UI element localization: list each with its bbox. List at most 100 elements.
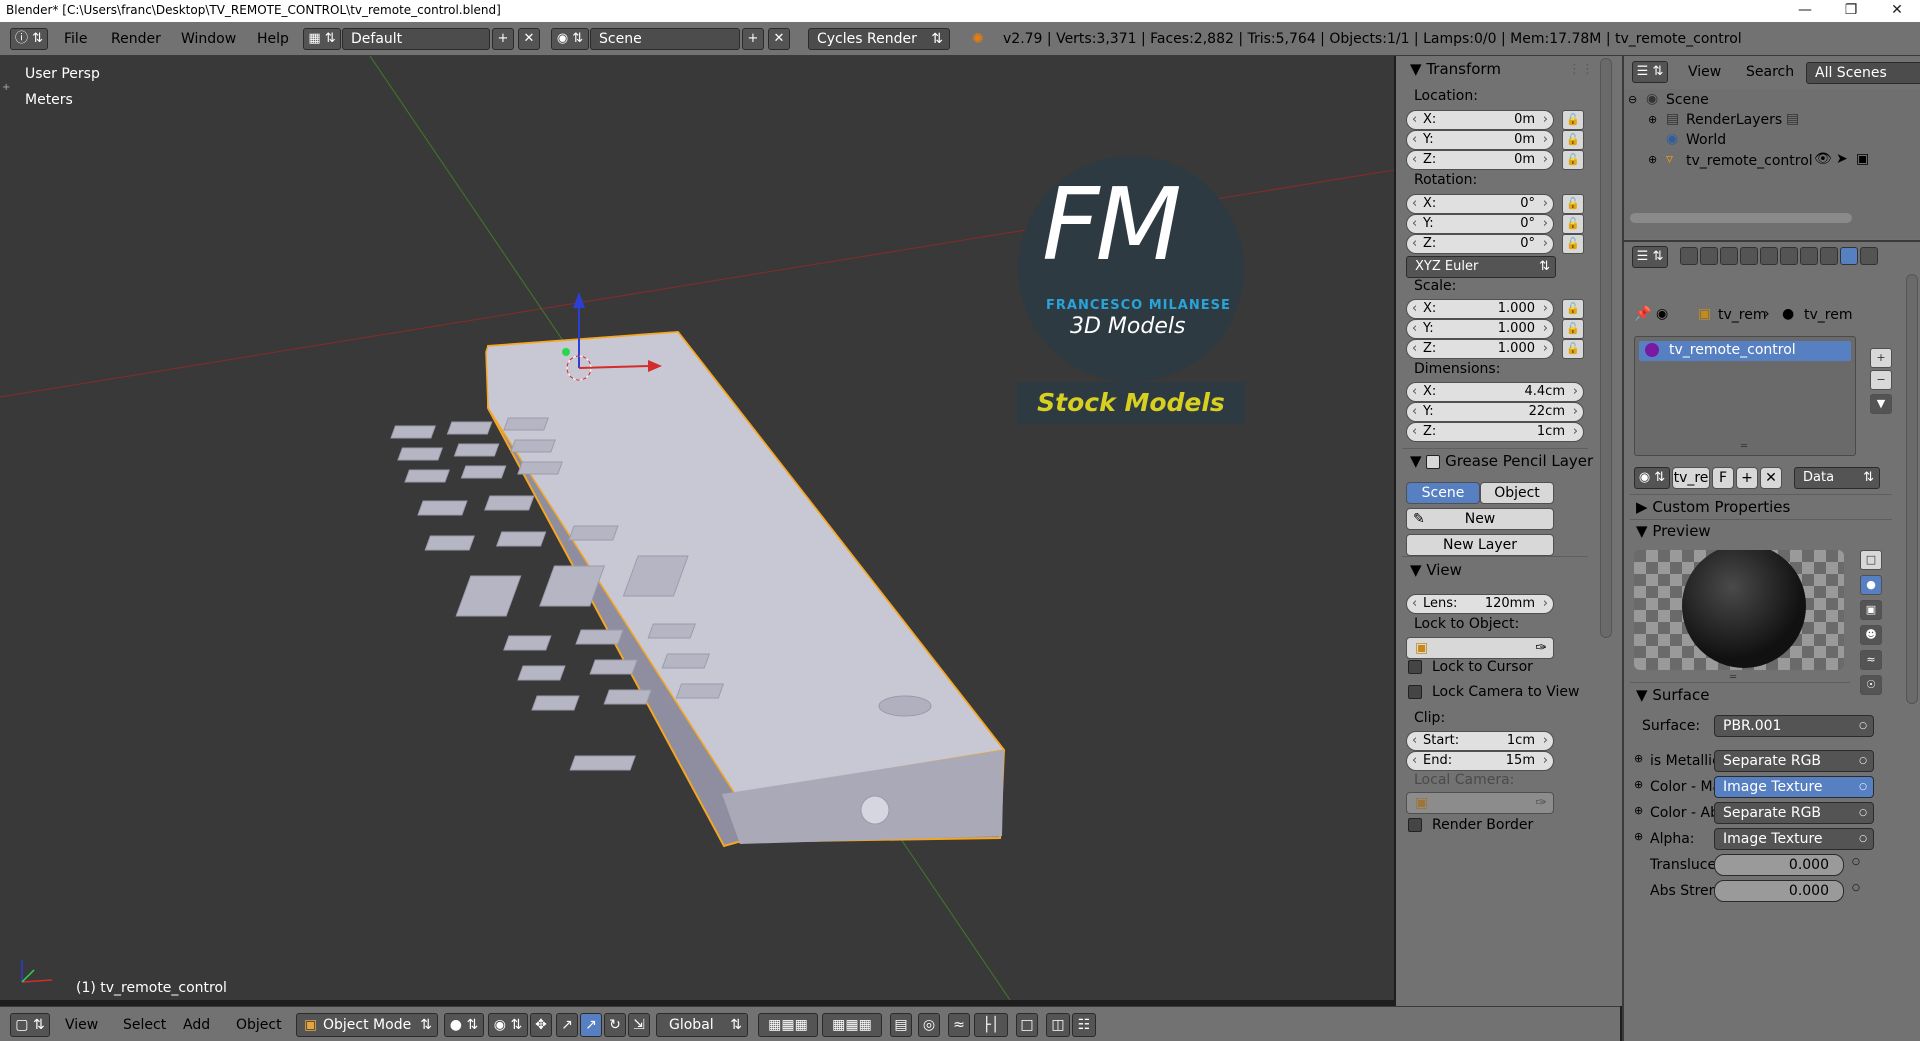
render-tab-icon[interactable]	[1680, 247, 1698, 265]
add-scene-icon[interactable]: +	[742, 28, 764, 50]
input-3-link[interactable]: Separate RGB ○	[1714, 802, 1874, 824]
close-window-button[interactable]: ✕	[1874, 0, 1920, 22]
screen-layout-icon[interactable]: ▦ ⇅	[303, 28, 341, 50]
input-2-link[interactable]: Image Texture ○	[1714, 776, 1874, 798]
constraints-tab-icon[interactable]	[1780, 247, 1798, 265]
lock-rotation-x-icon[interactable]: 🔓	[1562, 194, 1584, 214]
fake-user-button[interactable]: F	[1712, 467, 1734, 489]
rotation-z-field[interactable]: Z: 0°	[1406, 234, 1554, 254]
tab-grease-scene[interactable]: Scene	[1406, 482, 1480, 504]
outliner-menu-view[interactable]: View	[1688, 61, 1721, 83]
maximize-button[interactable]: ❐	[1828, 0, 1874, 22]
slider-2-socket-icon[interactable]: ○	[1852, 883, 1860, 893]
outliner-item-world[interactable]: World	[1686, 132, 1726, 148]
add-material-slot-icon[interactable]: +	[1870, 348, 1892, 368]
delete-layout-icon[interactable]: ✕	[518, 28, 540, 50]
location-x-field[interactable]: X: 0m	[1406, 110, 1554, 130]
material-name-field[interactable]: tv_re	[1672, 467, 1710, 489]
viewport-shading-icon[interactable]: ● ⇅	[444, 1013, 484, 1037]
manipulator-toggle-icon[interactable]: ✥	[530, 1013, 552, 1037]
lock-scale-x-icon[interactable]: 🔓	[1562, 299, 1584, 319]
render-layer-toggle-icon[interactable]: ▤	[1786, 111, 1799, 127]
lock-rotation-z-icon[interactable]: 🔓	[1562, 234, 1584, 254]
material-browse-icon[interactable]: ◉ ⇅	[1634, 467, 1670, 489]
slider-2-field[interactable]: 0.000	[1714, 880, 1844, 902]
render-layers-tab-icon[interactable]	[1700, 247, 1718, 265]
renderability-camera-icon[interactable]: ▣	[1856, 151, 1869, 167]
expand-input-3-icon[interactable]: ⊕	[1634, 804, 1643, 817]
slider-1-field[interactable]: 0.000	[1714, 854, 1844, 876]
render-border-checkbox[interactable]	[1408, 818, 1422, 832]
slider-1-socket-icon[interactable]: ○	[1852, 857, 1860, 867]
scene-icon[interactable]: ◉ ⇅	[551, 28, 589, 50]
visibility-eye-icon[interactable]: 👁	[1814, 151, 1832, 167]
material-slot-row[interactable]: tv_remote_control	[1639, 341, 1851, 361]
expand-input-2-icon[interactable]: ⊕	[1634, 778, 1643, 791]
snap-element-icon[interactable]: ├│	[974, 1013, 1008, 1037]
lock-camera-checkbox[interactable]	[1408, 685, 1422, 699]
clip-end-field[interactable]: End: 15m	[1406, 751, 1554, 771]
scale-manipulator-icon[interactable]: ⇲	[628, 1013, 650, 1037]
snap-toggle-icon[interactable]: ≈	[948, 1013, 970, 1037]
texture-tab-icon[interactable]	[1860, 247, 1878, 265]
expand-input-4-icon[interactable]: ⊕	[1634, 830, 1643, 843]
outliner-display-filter[interactable]: All Scenes	[1806, 62, 1920, 84]
lock-rotation-y-icon[interactable]: 🔓	[1562, 214, 1584, 234]
location-y-field[interactable]: Y: 0m	[1406, 130, 1554, 150]
lock-location-x-icon[interactable]: 🔓	[1562, 110, 1584, 130]
custom-properties-header[interactable]: ▶ Custom Properties	[1636, 498, 1790, 516]
scene-layers-icon[interactable]: ▦▦▦	[758, 1013, 818, 1037]
preview-flat-icon[interactable]: □	[1860, 550, 1882, 570]
dimensions-x-field[interactable]: X: 4.4cm	[1406, 382, 1584, 402]
menu-window[interactable]: Window	[181, 28, 236, 50]
delete-scene-icon[interactable]: ✕	[768, 28, 790, 50]
breadcrumb-object[interactable]: tv_rem	[1718, 307, 1766, 323]
minimize-button[interactable]: —	[1782, 0, 1828, 22]
data-tab-icon[interactable]	[1820, 247, 1838, 265]
grease-new-button[interactable]: ✎ New	[1406, 508, 1554, 530]
world-tab-icon[interactable]	[1740, 247, 1758, 265]
location-z-field[interactable]: Z: 0m	[1406, 150, 1554, 170]
menu-view[interactable]: View	[65, 1013, 98, 1037]
breadcrumb-material[interactable]: tv_rem	[1804, 307, 1852, 323]
selectability-cursor-icon[interactable]: ➤	[1836, 151, 1848, 167]
expand-renderlayers-icon[interactable]: ⊕	[1648, 113, 1657, 126]
transform-panel-header[interactable]: ▼ Transform	[1410, 60, 1501, 78]
scale-x-field[interactable]: X: 1.000	[1406, 299, 1554, 319]
outliner-editor-type-icon[interactable]: ☰ ⇅	[1632, 61, 1668, 83]
rotate-manipulator-icon[interactable]: ↻	[604, 1013, 626, 1037]
material-specials-icon[interactable]: ▼	[1870, 394, 1892, 414]
outliner-item-renderlayers[interactable]: RenderLayers	[1686, 112, 1782, 128]
eyedropper-icon[interactable]: ✑	[1535, 638, 1547, 658]
input-1-link[interactable]: Separate RGB ○	[1714, 750, 1874, 772]
render-engine-dropdown[interactable]: Cycles Render ⇅	[808, 28, 950, 50]
modifiers-tab-icon[interactable]	[1800, 247, 1818, 265]
3d-viewport[interactable]: User Persp Meters (1) tv_remote_control …	[0, 56, 1394, 1000]
lock-camera-layers-icon[interactable]: ▤	[890, 1013, 912, 1037]
clip-start-field[interactable]: Start: 1cm	[1406, 731, 1554, 751]
outliner-item-scene[interactable]: Scene	[1666, 92, 1709, 108]
snap-target-icon[interactable]: □	[1016, 1013, 1038, 1037]
scale-y-field[interactable]: Y: 1.000	[1406, 319, 1554, 339]
lock-location-z-icon[interactable]: 🔓	[1562, 150, 1584, 170]
preview-cube-icon[interactable]: ▣	[1860, 600, 1882, 620]
scene-tab-icon[interactable]	[1720, 247, 1738, 265]
outliner-item-tv-remote-control[interactable]: tv_remote_control	[1686, 153, 1813, 169]
object-tab-icon[interactable]	[1760, 247, 1778, 265]
properties-editor-type-icon[interactable]: ☰ ⇅	[1632, 246, 1668, 268]
preview-hair-icon[interactable]: ≈	[1860, 650, 1882, 670]
input-4-link[interactable]: Image Texture ○	[1714, 828, 1874, 850]
menu-file[interactable]: File	[64, 28, 87, 50]
lock-to-cursor-checkbox[interactable]	[1408, 660, 1422, 674]
lock-location-y-icon[interactable]: 🔓	[1562, 130, 1584, 150]
new-material-icon[interactable]: +	[1736, 467, 1758, 489]
scene-field[interactable]: Scene	[590, 28, 740, 50]
transform-orientation-dropdown[interactable]: Global ⇅	[656, 1013, 748, 1037]
menu-add[interactable]: Add	[183, 1013, 210, 1037]
lock-scale-z-icon[interactable]: 🔓	[1562, 339, 1584, 359]
lens-field[interactable]: Lens: 120mm	[1406, 594, 1554, 614]
mode-dropdown[interactable]: ▣ Object Mode ⇅	[296, 1013, 438, 1037]
rotation-mode-dropdown[interactable]: XYZ Euler ⇅	[1406, 256, 1556, 278]
surface-header[interactable]: ▼ Surface	[1636, 686, 1709, 704]
opengl-animation-icon[interactable]: ☷	[1072, 1013, 1096, 1037]
